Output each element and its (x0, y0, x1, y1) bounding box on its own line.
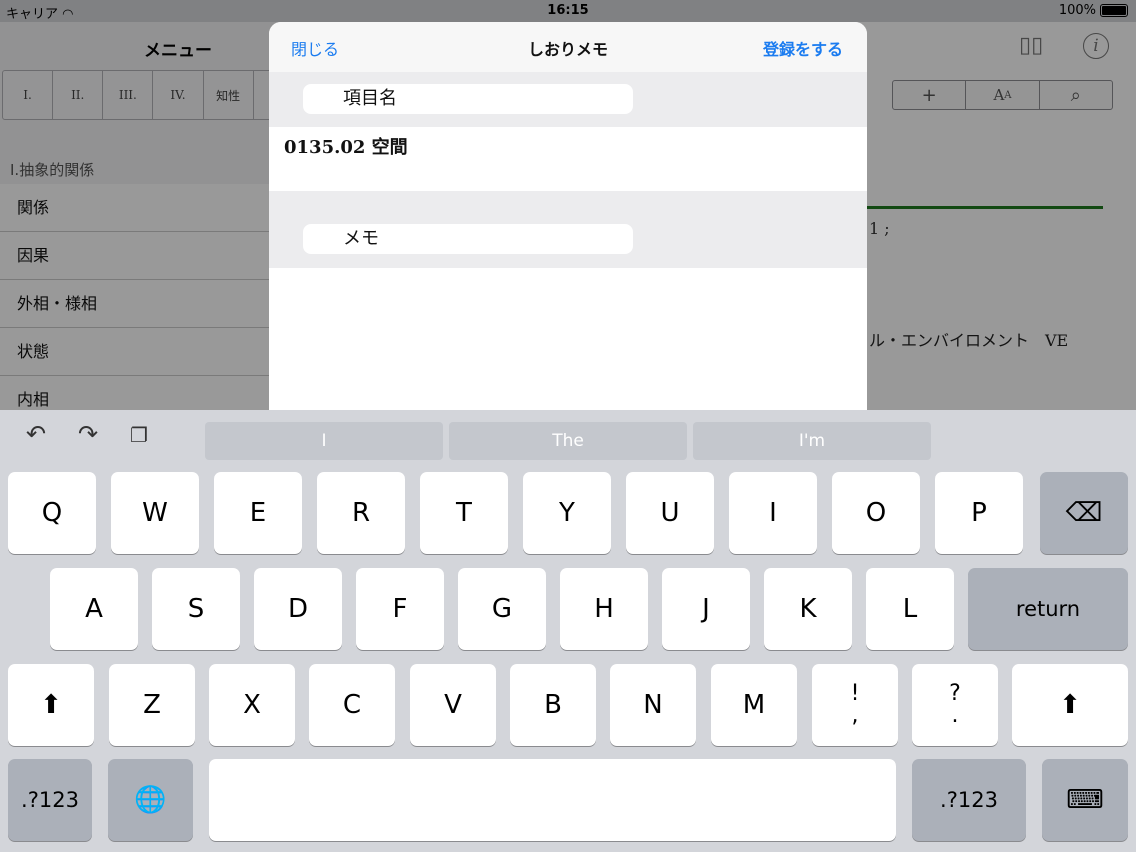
key-j[interactable]: J (662, 568, 750, 650)
memo-label: メモ (303, 224, 633, 254)
key-a[interactable]: A (50, 568, 138, 650)
shift-left-key[interactable]: ⬆ (8, 664, 94, 746)
key-q[interactable]: Q (8, 472, 96, 554)
undo-icon[interactable]: ↶ (26, 420, 46, 448)
key-r[interactable]: R (317, 472, 405, 554)
key-question-period[interactable]: ?. (912, 664, 998, 746)
key-t[interactable]: T (420, 472, 508, 554)
key-comma-label: , (851, 703, 859, 728)
key-u[interactable]: U (626, 472, 714, 554)
shift-icon: ⬆ (40, 690, 62, 720)
key-p[interactable]: P (935, 472, 1023, 554)
item-name-value: 0135.02 空間 (284, 137, 408, 158)
suggestion-3[interactable]: I'm (693, 422, 931, 460)
memo-field[interactable] (269, 268, 867, 422)
item-name-label: 項目名 (303, 84, 633, 114)
key-g[interactable]: G (458, 568, 546, 650)
globe-icon: 🌐 (134, 785, 167, 815)
memo-header: メモ (269, 191, 867, 268)
key-f[interactable]: F (356, 568, 444, 650)
key-y[interactable]: Y (523, 472, 611, 554)
globe-key[interactable]: 🌐 (108, 759, 193, 841)
backspace-key[interactable]: ⌫ (1040, 472, 1128, 554)
numbers-key-right[interactable]: .?123 (912, 759, 1026, 841)
redo-icon[interactable]: ↷ (78, 420, 98, 448)
key-k[interactable]: K (764, 568, 852, 650)
key-e[interactable]: E (214, 472, 302, 554)
backspace-icon: ⌫ (1065, 498, 1103, 528)
paste-icon[interactable]: ❐ (130, 423, 148, 447)
key-question-label: ? (949, 681, 961, 706)
key-z[interactable]: Z (109, 664, 195, 746)
key-i[interactable]: I (729, 472, 817, 554)
key-d[interactable]: D (254, 568, 342, 650)
quicktype-bar: ↶ ↷ ❐ I The I'm (0, 410, 1136, 462)
keyboard-dismiss-icon: ⌨ (1066, 785, 1104, 815)
modal-nav-bar: 閉じる しおりメモ 登録をする (269, 22, 867, 73)
register-button[interactable]: 登録をする (763, 36, 843, 60)
key-exclam-label: ! (850, 681, 860, 706)
key-exclam-comma[interactable]: !, (812, 664, 898, 746)
suggestion-1[interactable]: I (205, 422, 443, 460)
shift-right-key[interactable]: ⬆ (1012, 664, 1128, 746)
key-x[interactable]: X (209, 664, 295, 746)
item-name-header: 項目名 (269, 72, 867, 127)
key-w[interactable]: W (111, 472, 199, 554)
space-key[interactable] (209, 759, 896, 841)
bookmark-memo-modal: 閉じる しおりメモ 登録をする 項目名 0135.02 空間 メモ (269, 22, 867, 422)
key-l[interactable]: L (866, 568, 954, 650)
key-n[interactable]: N (610, 664, 696, 746)
key-period-label: . (951, 703, 959, 728)
keyboard: ↶ ↷ ❐ I The I'm Q W E R T Y U I O P ⌫ A … (0, 410, 1136, 852)
key-v[interactable]: V (410, 664, 496, 746)
shift-icon: ⬆ (1059, 690, 1081, 720)
key-b[interactable]: B (510, 664, 596, 746)
key-s[interactable]: S (152, 568, 240, 650)
return-key[interactable]: return (968, 568, 1128, 650)
numbers-key-left[interactable]: .?123 (8, 759, 92, 841)
item-name-field[interactable]: 0135.02 空間 (269, 127, 867, 191)
hide-keyboard-key[interactable]: ⌨ (1042, 759, 1128, 841)
key-c[interactable]: C (309, 664, 395, 746)
key-m[interactable]: M (711, 664, 797, 746)
key-h[interactable]: H (560, 568, 648, 650)
key-o[interactable]: O (832, 472, 920, 554)
suggestion-2[interactable]: The (449, 422, 687, 460)
